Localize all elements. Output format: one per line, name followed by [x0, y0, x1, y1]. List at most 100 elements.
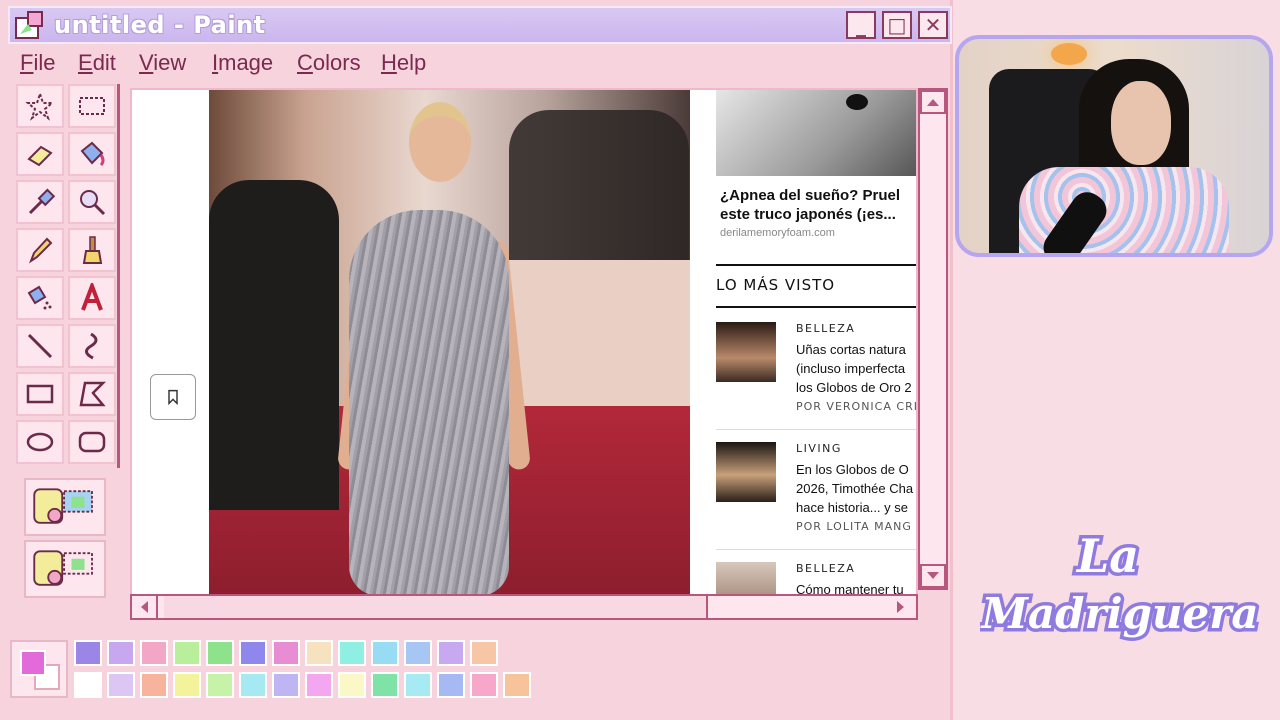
- headline-line: Uñas cortas natura: [796, 342, 906, 357]
- tool-pencil[interactable]: [16, 228, 64, 272]
- menu-edit[interactable]: Edit: [78, 50, 116, 76]
- article-author: POR VERONICA CRIS: [796, 400, 918, 413]
- article-category: BELLEZA: [796, 562, 856, 575]
- color-swatch[interactable]: [173, 640, 201, 666]
- tool-rectangle[interactable]: [16, 372, 64, 416]
- color-swatch[interactable]: [437, 640, 465, 666]
- article-item[interactable]: BELLEZA Uñas cortas natura (incluso impe…: [716, 322, 918, 432]
- most-viewed-heading: LO MÁS VISTO: [716, 276, 836, 294]
- color-swatch[interactable]: [107, 672, 135, 698]
- article-author: POR LOLITA MANG: [796, 520, 912, 533]
- color-swatch[interactable]: [140, 672, 168, 698]
- color-swatch[interactable]: [272, 672, 300, 698]
- article-category: LIVING: [796, 442, 842, 455]
- color-swatch[interactable]: [107, 640, 135, 666]
- scroll-left-button[interactable]: [132, 596, 158, 618]
- tool-rect-select[interactable]: [68, 84, 116, 128]
- window-title: untitled - Paint: [54, 11, 266, 39]
- horizontal-scrollbar[interactable]: [130, 594, 918, 620]
- vertical-scrollbar[interactable]: [918, 88, 948, 590]
- bookmark-button[interactable]: [150, 374, 196, 420]
- color-swatch[interactable]: [503, 672, 531, 698]
- tool-free-select[interactable]: [16, 84, 64, 128]
- color-swatch[interactable]: [74, 672, 102, 698]
- ad-image-detail: [846, 94, 868, 110]
- menu-file[interactable]: File: [20, 50, 55, 76]
- maximize-button[interactable]: □: [882, 11, 912, 39]
- arrow-left-icon: [141, 601, 148, 613]
- minimize-button[interactable]: _: [846, 11, 876, 39]
- ad-image[interactable]: [716, 90, 916, 176]
- tool-options: [24, 474, 108, 602]
- scroll-up-button[interactable]: [920, 90, 946, 114]
- arrow-right-icon: [897, 601, 904, 613]
- ad-source[interactable]: derilamemoryfoam.com: [720, 227, 835, 239]
- color-swatch[interactable]: [272, 640, 300, 666]
- la-madriguera-logo: La Madriguera: [976, 526, 1262, 675]
- color-swatch[interactable]: [239, 672, 267, 698]
- tool-fill[interactable]: [68, 132, 116, 176]
- menu-image-label: mage: [218, 50, 274, 75]
- menu-colors[interactable]: Colors: [297, 50, 361, 76]
- menu-help[interactable]: Help: [381, 50, 426, 76]
- divider: [716, 306, 916, 308]
- color-swatch[interactable]: [305, 672, 333, 698]
- color-swatch[interactable]: [74, 640, 102, 666]
- ad-title[interactable]: ¿Apnea del sueño? Pruel este truco japon…: [720, 186, 916, 224]
- scroll-down-button[interactable]: [920, 564, 946, 588]
- color-swatch[interactable]: [371, 640, 399, 666]
- article-item[interactable]: LIVING En los Globos de O 2026, Timothée…: [716, 442, 916, 552]
- scroll-thumb[interactable]: [164, 596, 708, 618]
- webcam-overlay: [955, 35, 1273, 257]
- menu-view[interactable]: View: [139, 50, 186, 76]
- close-button[interactable]: ✕: [918, 11, 948, 39]
- tool-line[interactable]: [16, 324, 64, 368]
- tool-color-picker[interactable]: [16, 180, 64, 224]
- scroll-right-button[interactable]: [888, 596, 914, 618]
- color-swatch[interactable]: [371, 672, 399, 698]
- tool-magnifier[interactable]: [68, 180, 116, 224]
- color-swatch[interactable]: [470, 672, 498, 698]
- tool-airbrush[interactable]: [16, 276, 64, 320]
- color-swatch[interactable]: [437, 672, 465, 698]
- woman-head: [409, 102, 471, 182]
- photographers: [509, 110, 689, 260]
- menu-image[interactable]: Image: [212, 50, 273, 76]
- tool-ellipse[interactable]: [16, 420, 64, 464]
- color-swatch[interactable]: [404, 672, 432, 698]
- headline-line: 2026, Timothée Cha: [796, 481, 914, 496]
- color-swatch[interactable]: [338, 672, 366, 698]
- current-color-indicator[interactable]: [10, 640, 68, 698]
- article-sidebar: ¿Apnea del sueño? Pruel este truco japon…: [716, 90, 918, 594]
- tool-polygon[interactable]: [68, 372, 116, 416]
- menu-edit-label: dit: [92, 50, 116, 75]
- color-swatch[interactable]: [305, 640, 333, 666]
- article-item[interactable]: BELLEZA Cómo mantener tu: [716, 562, 916, 594]
- tool-rounded-rectangle[interactable]: [68, 420, 116, 464]
- color-swatch[interactable]: [140, 640, 168, 666]
- option-opaque[interactable]: [24, 478, 106, 536]
- color-swatch[interactable]: [173, 672, 201, 698]
- color-swatch[interactable]: [404, 640, 432, 666]
- headline-line: los Globos de Oro 2: [796, 380, 912, 395]
- color-swatch[interactable]: [239, 640, 267, 666]
- headline-line: En los Globos de O: [796, 462, 909, 477]
- menu-bar: File Edit View Image Colors Help: [8, 46, 952, 80]
- article-thumbnail: [716, 562, 776, 594]
- color-swatch[interactable]: [338, 640, 366, 666]
- color-swatch[interactable]: [206, 640, 234, 666]
- tool-text[interactable]: [68, 276, 116, 320]
- drawing-canvas[interactable]: ¿Apnea del sueño? Pruel este truco japon…: [130, 88, 918, 596]
- color-swatch[interactable]: [206, 672, 234, 698]
- star-select-icon: [25, 91, 55, 121]
- title-bar[interactable]: untitled - Paint _ □ ✕: [8, 6, 952, 44]
- color-swatch[interactable]: [470, 640, 498, 666]
- divider: [716, 429, 916, 430]
- option-transparent[interactable]: [24, 540, 106, 598]
- arrow-up-icon: [927, 99, 939, 106]
- tool-brush[interactable]: [68, 228, 116, 272]
- tool-eraser[interactable]: [16, 132, 64, 176]
- rectangle-icon: [26, 384, 54, 404]
- headline-line: hace historia... y se: [796, 500, 908, 515]
- tool-curve[interactable]: [68, 324, 116, 368]
